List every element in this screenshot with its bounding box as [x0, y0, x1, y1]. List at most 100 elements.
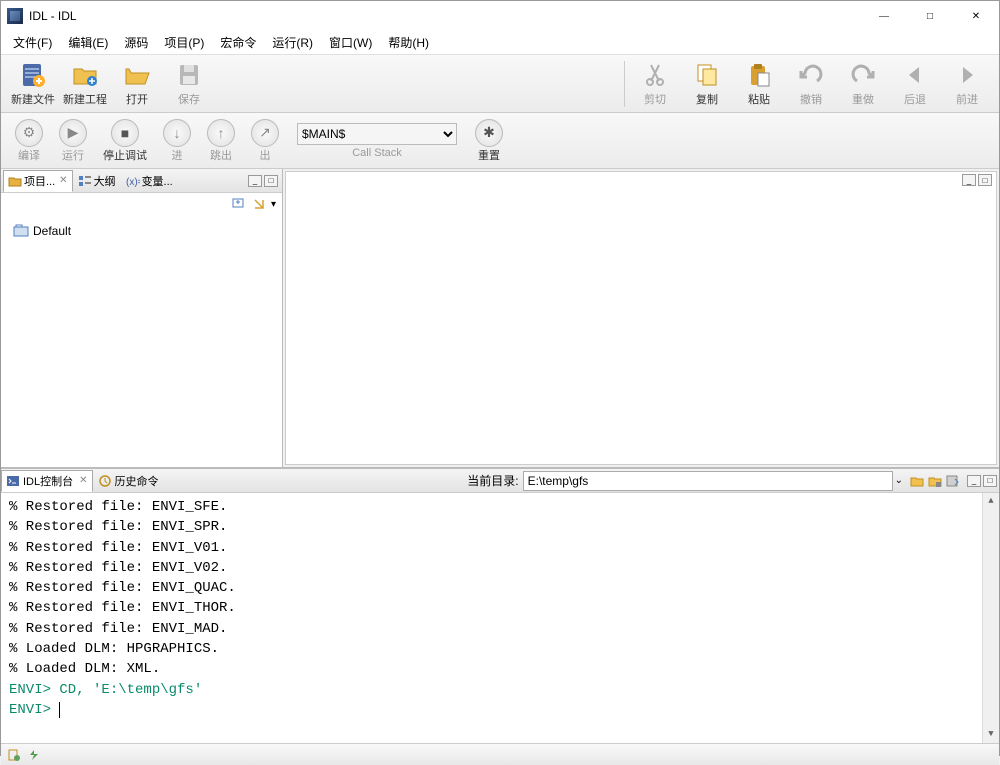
paste-button[interactable]: 粘贴: [733, 59, 785, 109]
console-maximize-icon[interactable]: □: [983, 475, 997, 487]
browse-folder-icon[interactable]: [909, 473, 925, 489]
console-prompt-command: ENVI> CD, 'E:\temp\gfs': [9, 680, 991, 700]
forward-label: 前进: [956, 91, 978, 107]
menu-window[interactable]: 窗口(W): [321, 32, 380, 53]
run-button[interactable]: ▶ 运行: [51, 117, 95, 165]
console-line: % Restored file: ENVI_V02.: [9, 558, 991, 578]
project-icon: [13, 223, 29, 239]
current-dir-input[interactable]: [523, 471, 893, 491]
save-button[interactable]: 保存: [163, 59, 215, 109]
console-prompt: ENVI>: [9, 702, 59, 718]
call-stack-label: Call Stack: [352, 147, 402, 159]
console-output[interactable]: % Restored file: ENVI_SFE.% Restored fil…: [1, 493, 999, 743]
panel-minimize-icon[interactable]: _: [248, 175, 262, 187]
copy-button[interactable]: 复制: [681, 59, 733, 109]
reset-button[interactable]: ✱ 重置: [467, 117, 511, 165]
step-in-button[interactable]: ↓ 进: [155, 117, 199, 165]
paste-label: 粘贴: [748, 91, 770, 107]
back-button[interactable]: 后退: [889, 59, 941, 109]
history-icon: [98, 474, 112, 488]
run-label: 运行: [62, 147, 84, 163]
left-panel-tabs: 项目... ✕ 大纲 (x)= 变量... _ □: [1, 169, 282, 193]
tab-outline[interactable]: 大纲: [73, 170, 121, 192]
open-icon: [123, 61, 151, 89]
menu-macros[interactable]: 宏命令: [212, 32, 264, 53]
redo-button[interactable]: 重做: [837, 59, 889, 109]
back-icon: [901, 61, 929, 89]
redo-icon: [849, 61, 877, 89]
bottom-panel: IDL控制台 ✕ 历史命令 当前目录: ⌄ _ □ % Restored fil…: [1, 467, 999, 743]
new-file-button[interactable]: 新建文件: [7, 59, 59, 109]
variables-icon: (x)=: [126, 174, 140, 188]
view-menu-icon[interactable]: ▾: [271, 199, 276, 210]
save-label: 保存: [178, 91, 200, 107]
scroll-down-icon[interactable]: ▼: [983, 726, 999, 743]
tab-history[interactable]: 历史命令: [93, 470, 164, 492]
lock-folder-icon[interactable]: [927, 473, 943, 489]
editor-minimize-icon[interactable]: _: [962, 174, 976, 186]
bottom-panel-header: IDL控制台 ✕ 历史命令 当前目录: ⌄ _ □: [1, 469, 999, 493]
menu-help[interactable]: 帮助(H): [380, 32, 437, 53]
copy-label: 复制: [696, 91, 718, 107]
tab-project[interactable]: 项目... ✕: [3, 170, 73, 192]
sync-folder-icon[interactable]: [945, 473, 961, 489]
back-label: 后退: [904, 91, 926, 107]
tab-outline-label: 大纲: [94, 173, 116, 189]
call-stack-select[interactable]: $MAIN$: [297, 123, 457, 145]
menu-run[interactable]: 运行(R): [264, 32, 321, 53]
console-minimize-icon[interactable]: _: [967, 475, 981, 487]
paste-icon: [745, 61, 773, 89]
step-out-button[interactable]: ↑ 跳出: [199, 117, 243, 165]
editor-maximize-icon[interactable]: □: [978, 174, 992, 186]
console-line: % Restored file: ENVI_V01.: [9, 538, 991, 558]
compile-label: 编译: [18, 147, 40, 163]
tab-console[interactable]: IDL控制台 ✕: [1, 470, 93, 492]
statusbar: [1, 743, 999, 765]
console-line: % Restored file: ENVI_MAD.: [9, 619, 991, 639]
forward-button[interactable]: 前进: [941, 59, 993, 109]
tree-root-label: Default: [33, 224, 71, 238]
close-button[interactable]: ✕: [953, 1, 999, 31]
left-panel: 项目... ✕ 大纲 (x)= 变量... _ □ ▾ De: [1, 169, 283, 467]
copy-icon: [693, 61, 721, 89]
tab-console-close-icon[interactable]: ✕: [79, 475, 87, 486]
minimize-button[interactable]: —: [861, 1, 907, 31]
menu-project[interactable]: 项目(P): [156, 32, 212, 53]
project-tree: Default: [1, 215, 282, 467]
svg-text:(x)=: (x)=: [126, 177, 140, 188]
menubar: 文件(F) 编辑(E) 源码 项目(P) 宏命令 运行(R) 窗口(W) 帮助(…: [1, 31, 999, 55]
open-button[interactable]: 打开: [111, 59, 163, 109]
collapse-all-icon[interactable]: [231, 196, 247, 212]
compile-button[interactable]: ⚙ 编译: [7, 117, 51, 165]
menu-file[interactable]: 文件(F): [5, 32, 60, 53]
cut-button[interactable]: 剪切: [629, 59, 681, 109]
console-scrollbar[interactable]: ▲ ▼: [982, 493, 999, 743]
link-editor-icon[interactable]: [251, 196, 267, 212]
panel-maximize-icon[interactable]: □: [264, 175, 278, 187]
step-over-button[interactable]: ↗ 出: [243, 117, 287, 165]
stop-debug-button[interactable]: ■ 停止调试: [95, 117, 155, 165]
tab-close-icon[interactable]: ✕: [59, 175, 67, 186]
status-icon-2[interactable]: [27, 748, 41, 762]
new-project-button[interactable]: 新建工程: [59, 59, 111, 109]
dir-dropdown-icon[interactable]: ⌄: [893, 475, 905, 486]
app-icon: [7, 8, 23, 24]
undo-label: 撤销: [800, 91, 822, 107]
tab-variables[interactable]: (x)= 变量...: [121, 170, 178, 192]
cut-label: 剪切: [644, 91, 666, 107]
redo-label: 重做: [852, 91, 874, 107]
menu-source[interactable]: 源码: [116, 32, 156, 53]
maximize-button[interactable]: □: [907, 1, 953, 31]
tree-root-item[interactable]: Default: [11, 221, 272, 241]
console-line: % Loaded DLM: HPGRAPHICS.: [9, 639, 991, 659]
debug-toolbar: ⚙ 编译 ▶ 运行 ■ 停止调试 ↓ 进 ↑ 跳出 ↗ 出 $MAIN$ Cal…: [1, 113, 999, 169]
step-in-icon: ↓: [163, 119, 191, 147]
console-line: % Loaded DLM: XML.: [9, 659, 991, 679]
menu-edit[interactable]: 编辑(E): [60, 32, 116, 53]
open-label: 打开: [126, 91, 148, 107]
tab-project-label: 项目...: [24, 173, 55, 189]
console-cursor: [59, 702, 68, 718]
scroll-up-icon[interactable]: ▲: [983, 493, 999, 510]
undo-button[interactable]: 撤销: [785, 59, 837, 109]
status-icon-1[interactable]: [7, 748, 21, 762]
